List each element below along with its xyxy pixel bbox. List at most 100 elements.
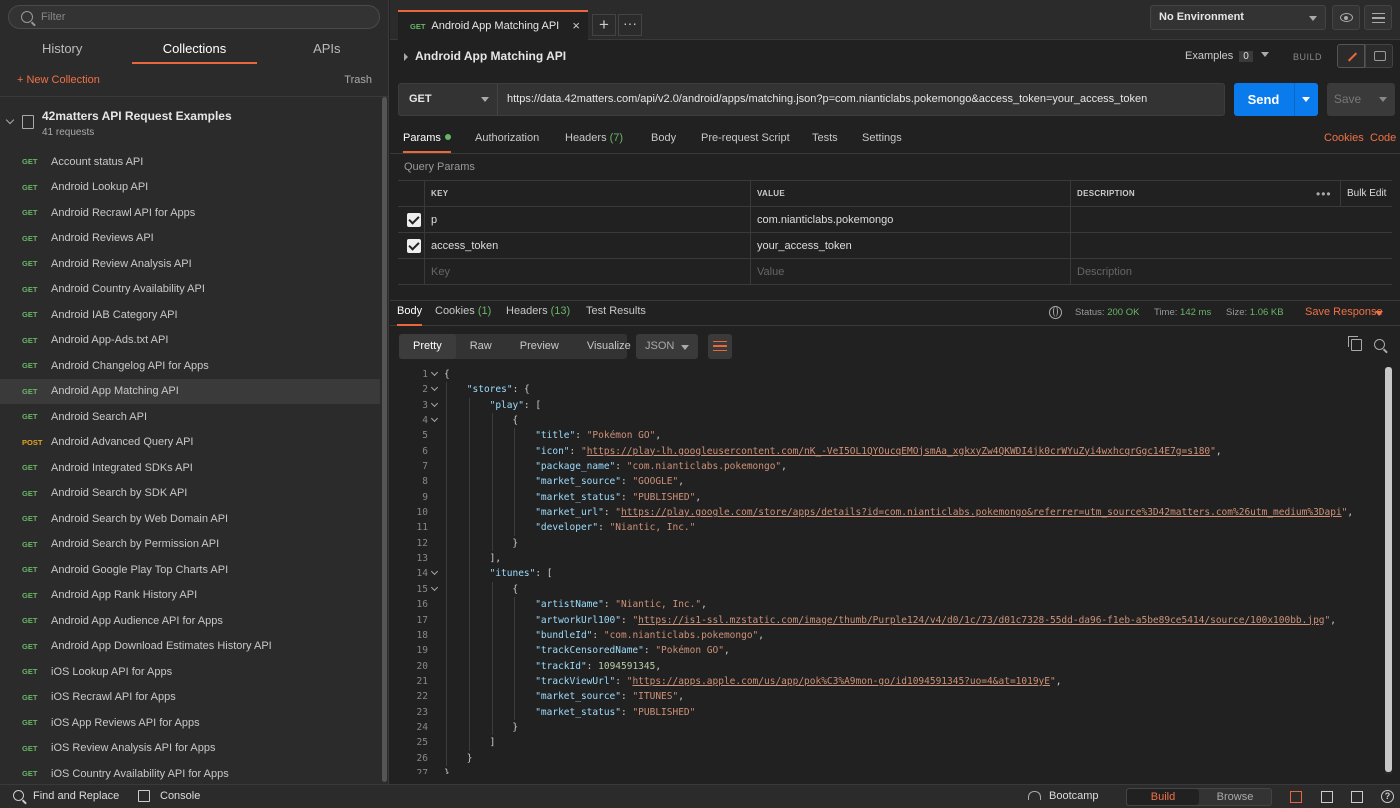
- param-value[interactable]: com.nianticlabs.pokemongo: [750, 207, 1070, 232]
- sidebar-request-item[interactable]: GET Android App Download Estimates Histor…: [0, 634, 380, 660]
- bulk-edit-link[interactable]: Bulk Edit: [1340, 181, 1392, 206]
- wrap-lines-button[interactable]: [708, 334, 732, 359]
- filter-input[interactable]: [41, 11, 341, 23]
- param-checkbox[interactable]: [407, 213, 421, 227]
- caret-down-icon[interactable]: [1375, 311, 1383, 316]
- sidebar-request-item[interactable]: GET Android Changelog API for Apps: [0, 353, 380, 379]
- environment-quick-look-button[interactable]: [1332, 5, 1360, 30]
- code-link[interactable]: Code: [1370, 132, 1396, 144]
- scrollbar-thumb[interactable]: [1385, 367, 1392, 772]
- caret-down-icon[interactable]: [1379, 97, 1387, 102]
- sidebar-request-item[interactable]: GET iOS Review Analysis API for Apps: [0, 736, 380, 762]
- tab-collections[interactable]: Collections: [132, 36, 257, 64]
- param-description[interactable]: [1070, 233, 1392, 258]
- new-description-input[interactable]: Description: [1070, 259, 1392, 284]
- request-tab[interactable]: GET Android App Matching API ×: [398, 10, 588, 40]
- console-button[interactable]: Console: [160, 790, 200, 802]
- sidebar-scrollbar[interactable]: [382, 97, 387, 782]
- tab-body[interactable]: Body: [651, 132, 676, 144]
- save-button[interactable]: Save: [1327, 83, 1395, 116]
- two-pane-icon[interactable]: [1290, 791, 1302, 803]
- new-key-input[interactable]: Key: [424, 259, 750, 284]
- sidebar-request-item[interactable]: GET Android IAB Category API: [0, 302, 380, 328]
- tab-params[interactable]: Params: [403, 132, 451, 153]
- fold-chevron-icon[interactable]: [430, 414, 439, 423]
- find-replace-button[interactable]: Find and Replace: [33, 790, 119, 802]
- view-pretty[interactable]: Pretty: [399, 334, 456, 359]
- keyboard-shortcuts-icon[interactable]: [1321, 791, 1333, 803]
- fold-chevron-icon[interactable]: [430, 368, 439, 377]
- tab-tests[interactable]: Tests: [812, 132, 838, 144]
- json-url[interactable]: https://play-lh.googleusercontent.com/nK…: [587, 446, 1210, 457]
- tab-response-body[interactable]: Body: [397, 305, 423, 326]
- url-input[interactable]: https://data.42matters.com/api/v2.0/andr…: [507, 84, 1147, 115]
- tab-pre-request-script[interactable]: Pre-request Script: [701, 132, 790, 144]
- tab-settings[interactable]: Settings: [862, 132, 902, 144]
- sidebar-request-item[interactable]: GET Android Google Play Top Charts API: [0, 557, 380, 583]
- bootcamp-icon[interactable]: [1028, 791, 1041, 800]
- cookies-link[interactable]: Cookies: [1324, 132, 1364, 144]
- format-select[interactable]: JSON: [636, 334, 698, 359]
- sidebar-request-item[interactable]: GET Android Recrawl API for Apps: [0, 200, 380, 226]
- close-icon[interactable]: ×: [572, 19, 580, 32]
- fold-chevron-icon[interactable]: [430, 568, 439, 576]
- new-collection-button[interactable]: + New Collection: [17, 74, 100, 86]
- edit-button[interactable]: [1337, 44, 1365, 68]
- tab-response-cookies[interactable]: Cookies (1): [435, 305, 491, 317]
- sidebar-request-item[interactable]: GET Account status API: [0, 149, 380, 175]
- search-icon[interactable]: [1374, 339, 1385, 350]
- sidebar-request-item[interactable]: GET Android Country Availability API: [0, 277, 380, 303]
- console-icon[interactable]: [138, 790, 150, 802]
- send-button[interactable]: Send: [1234, 83, 1318, 116]
- save-response-button[interactable]: Save Response: [1305, 306, 1383, 318]
- sidebar-request-item[interactable]: GET Android App Matching API: [0, 378, 380, 404]
- environment-select[interactable]: No Environment: [1150, 5, 1326, 30]
- fold-chevron-icon[interactable]: [430, 583, 439, 591]
- tab-test-results[interactable]: Test Results: [586, 305, 646, 317]
- view-visualize[interactable]: Visualize: [573, 334, 645, 359]
- chevron-right-icon[interactable]: [404, 53, 408, 61]
- param-key[interactable]: access_token: [424, 233, 750, 258]
- caret-down-icon[interactable]: [1302, 97, 1310, 102]
- examples-dropdown[interactable]: Examples 0: [1185, 50, 1269, 62]
- help-icon[interactable]: ?: [1381, 790, 1394, 803]
- manage-environments-button[interactable]: [1364, 5, 1392, 30]
- sidebar-request-item[interactable]: POST Android Advanced Query API: [0, 430, 380, 456]
- sidebar-request-item[interactable]: GET Android Integrated SDKs API: [0, 455, 380, 481]
- sidebar-request-item[interactable]: GET iOS Recrawl API for Apps: [0, 685, 380, 711]
- sidebar-request-item[interactable]: GET Android Lookup API: [0, 175, 380, 201]
- sidebar-request-item[interactable]: GET Android Search by SDK API: [0, 481, 380, 507]
- more-tabs-button[interactable]: ···: [618, 14, 642, 36]
- param-value[interactable]: your_access_token: [750, 233, 1070, 258]
- copy-icon[interactable]: [1348, 336, 1362, 351]
- layout-icon[interactable]: [1351, 791, 1363, 803]
- bootcamp-button[interactable]: Bootcamp: [1049, 790, 1099, 802]
- json-url[interactable]: https://play.google.com/store/apps/detai…: [621, 507, 1342, 518]
- tab-history[interactable]: History: [0, 36, 124, 64]
- sidebar-request-item[interactable]: GET Android Review Analysis API: [0, 251, 380, 277]
- tab-apis[interactable]: APIs: [265, 36, 389, 64]
- build-mode-button[interactable]: Build: [1127, 789, 1199, 805]
- trash-link[interactable]: Trash: [344, 74, 372, 86]
- sidebar-request-item[interactable]: GET Android Search by Web Domain API: [0, 506, 380, 532]
- collection-header[interactable]: 42matters API Request Examples 41 reques…: [0, 103, 380, 143]
- filter-search[interactable]: [8, 5, 380, 29]
- method-select[interactable]: GET: [399, 84, 498, 115]
- sidebar-request-item[interactable]: GET Android App-Ads.txt API: [0, 328, 380, 354]
- tab-response-headers[interactable]: Headers (13): [506, 305, 570, 317]
- sidebar-request-item[interactable]: GET Android App Rank History API: [0, 583, 380, 609]
- json-url[interactable]: https://apps.apple.com/us/app/pok%C3%A9m…: [632, 676, 1050, 687]
- fold-chevron-icon[interactable]: [430, 399, 439, 407]
- browse-mode-button[interactable]: Browse: [1199, 789, 1271, 805]
- comments-button[interactable]: [1365, 44, 1393, 68]
- sidebar-request-item[interactable]: GET iOS Lookup API for Apps: [0, 659, 380, 685]
- sidebar-request-item[interactable]: GET Android Reviews API: [0, 226, 380, 252]
- chevron-down-icon[interactable]: [5, 115, 15, 125]
- view-raw[interactable]: Raw: [456, 334, 506, 359]
- param-key[interactable]: p: [424, 207, 750, 232]
- new-tab-button[interactable]: +: [592, 14, 616, 36]
- sidebar-request-item[interactable]: GET Android Search by Permission API: [0, 532, 380, 558]
- fold-chevron-icon[interactable]: [430, 384, 439, 392]
- find-replace-icon[interactable]: [13, 790, 24, 801]
- new-value-input[interactable]: Value: [750, 259, 1070, 284]
